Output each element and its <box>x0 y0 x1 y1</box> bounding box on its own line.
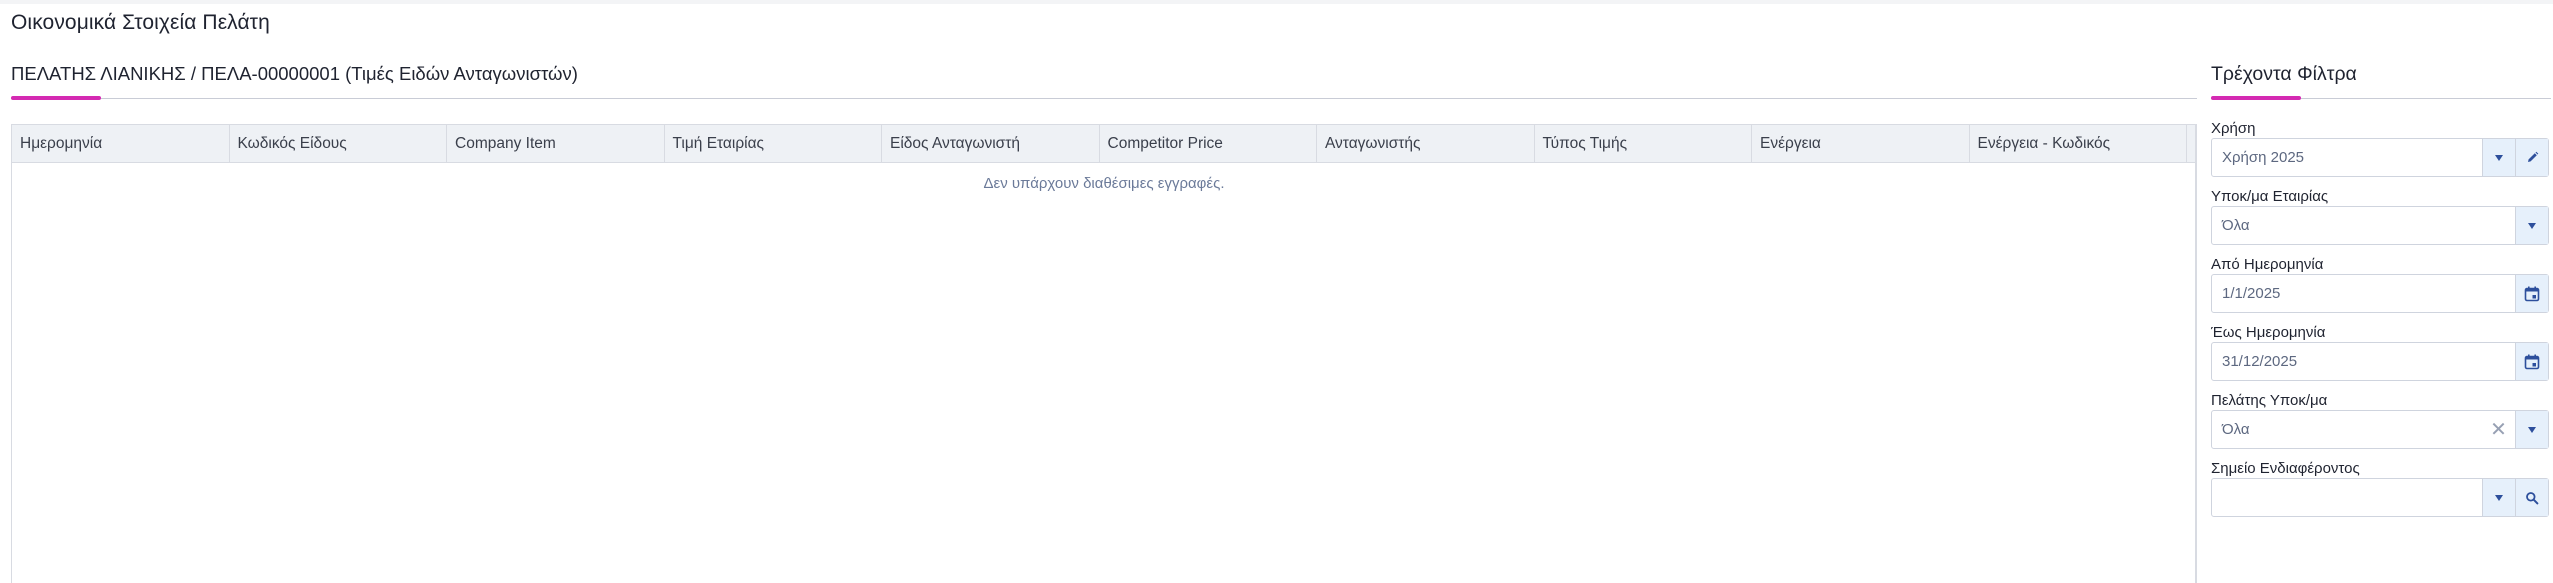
fiscal-year-value: Χρήση 2025 <box>2222 149 2305 166</box>
column-header-action-code[interactable]: Ενέργεια - Κωδικός <box>1970 125 2187 163</box>
fiscal-year-dropdown-button[interactable] <box>2482 139 2515 176</box>
section-underline-accent <box>11 96 101 100</box>
calendar-icon <box>2524 354 2540 369</box>
column-header-item-code[interactable]: Κωδικός Είδους <box>230 125 447 163</box>
point-of-interest-select[interactable] <box>2211 478 2549 517</box>
point-of-interest-search-button[interactable] <box>2515 479 2548 516</box>
filter-panel: Τρέχοντα Φίλτρα Χρήση Χρήση 2025 Υποκ/μα… <box>2211 60 2551 517</box>
point-of-interest-label: Σημείο Ενδιαφέροντος <box>2211 460 2360 477</box>
to-date-input[interactable]: 31/12/2025 <box>2211 342 2549 381</box>
chevron-down-icon <box>2528 222 2536 229</box>
filter-panel-title: Τρέχοντα Φίλτρα <box>2211 63 2357 85</box>
column-header-price-type[interactable]: Τύπος Τιμής <box>1535 125 1752 163</box>
from-date-input[interactable]: 1/1/2025 <box>2211 274 2549 313</box>
column-header-competitor[interactable]: Ανταγωνιστής <box>1317 125 1535 163</box>
filter-underline <box>2211 96 2551 100</box>
column-header-competitor-price[interactable]: Competitor Price <box>1100 125 1317 163</box>
from-date-calendar-button[interactable] <box>2515 275 2548 312</box>
section-underline-line <box>11 98 2197 99</box>
fiscal-year-label: Χρήση <box>2211 120 2256 137</box>
top-strip <box>0 0 2553 4</box>
chevron-down-icon <box>2528 426 2536 433</box>
from-date-value: 1/1/2025 <box>2222 285 2281 302</box>
chevron-down-icon <box>2495 154 2503 161</box>
clear-icon: ✕ <box>2490 418 2507 441</box>
search-icon <box>2526 491 2539 504</box>
column-header-company-price[interactable]: Τιμή Εταιρίας <box>665 125 882 163</box>
customer-branch-clear-button[interactable]: ✕ <box>2482 411 2515 448</box>
pencil-icon <box>2527 151 2538 162</box>
fiscal-year-edit-button[interactable] <box>2515 139 2548 176</box>
company-branch-select[interactable]: Όλα <box>2211 206 2549 245</box>
panel-divider <box>2195 124 2196 583</box>
column-header-date[interactable]: Ημερομηνία <box>12 125 230 163</box>
calendar-icon <box>2524 286 2540 301</box>
grid-header: Ημερομηνία Κωδικός Είδους Company Item Τ… <box>12 125 2196 163</box>
column-header-action[interactable]: Ενέργεια <box>1752 125 1970 163</box>
to-date-calendar-button[interactable] <box>2515 343 2548 380</box>
customer-branch-value: Όλα <box>2222 421 2250 438</box>
main-panel: ΠΕΛΑΤΗΣ ΛΙΑΝΙΚΗΣ / ΠΕΛΑ-00000001 (Τιμές … <box>11 60 2197 583</box>
company-branch-label: Υποκ/μα Εταιρίας <box>2211 188 2329 205</box>
grid-empty-message: Δεν υπάρχουν διαθέσιμες εγγραφές. <box>983 175 1225 192</box>
page-title: Οικονομικά Στοιχεία Πελάτη <box>11 11 270 34</box>
customer-branch-select[interactable]: Όλα ✕ <box>2211 410 2549 449</box>
column-header-competitor-item[interactable]: Είδος Ανταγωνιστή <box>882 125 1100 163</box>
section-header: ΠΕΛΑΤΗΣ ΛΙΑΝΙΚΗΣ / ΠΕΛΑ-00000001 (Τιμές … <box>11 63 578 84</box>
company-branch-dropdown-button[interactable] <box>2515 207 2548 244</box>
column-header-company-item[interactable]: Company Item <box>447 125 665 163</box>
fiscal-year-select[interactable]: Χρήση 2025 <box>2211 138 2549 177</box>
filter-underline-accent <box>2211 96 2301 100</box>
customer-branch-dropdown-button[interactable] <box>2515 411 2548 448</box>
customer-branch-label: Πελάτης Υποκ/μα <box>2211 392 2328 409</box>
company-branch-value: Όλα <box>2222 217 2250 234</box>
point-of-interest-dropdown-button[interactable] <box>2482 479 2515 516</box>
to-date-label: Έως Ημερομηνία <box>2211 324 2326 341</box>
section-underline <box>11 96 2197 100</box>
to-date-value: 31/12/2025 <box>2222 353 2298 370</box>
chevron-down-icon <box>2495 494 2503 501</box>
competitor-prices-grid: Ημερομηνία Κωδικός Είδους Company Item Τ… <box>11 124 2197 583</box>
from-date-label: Από Ημερομηνία <box>2211 256 2324 273</box>
